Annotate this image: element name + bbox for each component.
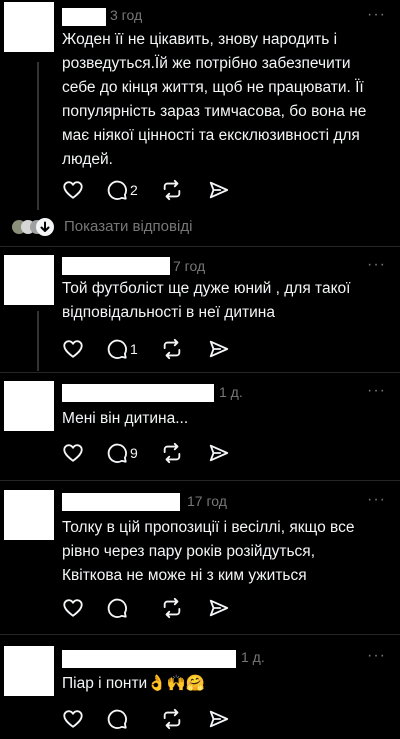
send-icon — [209, 181, 229, 199]
repost-icon — [163, 179, 181, 201]
heart-icon — [63, 599, 83, 617]
timestamp: 1 д. — [241, 649, 265, 665]
comment-text: Піар і понти👌🙌🤗 — [62, 675, 206, 692]
send-icon — [209, 340, 229, 358]
send-icon — [209, 599, 229, 617]
reply-count: 1 — [130, 341, 138, 357]
share-button[interactable] — [208, 707, 230, 731]
like-button[interactable] — [62, 337, 84, 361]
heart-icon — [63, 181, 83, 199]
more-options-icon[interactable]: ··· — [367, 382, 386, 400]
share-button[interactable] — [208, 178, 230, 202]
repost-button[interactable] — [161, 596, 183, 620]
share-button[interactable] — [208, 337, 230, 361]
reply-count: 9 — [130, 445, 138, 461]
avatar[interactable] — [4, 255, 54, 305]
username-redacted[interactable] — [62, 257, 170, 275]
comment-bubble-icon — [107, 598, 127, 618]
more-options-icon[interactable]: ··· — [367, 256, 386, 274]
username-redacted[interactable] — [62, 384, 214, 402]
comment-bubble-icon — [107, 709, 127, 729]
avatar[interactable] — [4, 381, 54, 431]
heart-icon — [63, 340, 83, 358]
reply-button[interactable] — [106, 707, 128, 731]
divider — [0, 634, 400, 635]
avatar[interactable] — [4, 2, 54, 52]
reply-count: 2 — [130, 182, 138, 198]
show-replies[interactable]: Показати відповіді — [12, 215, 312, 239]
comment-text: Той футболіст ще дуже юний , для такої в… — [62, 280, 351, 321]
divider — [0, 480, 400, 481]
timestamp: 17 год — [187, 493, 227, 509]
username-redacted[interactable] — [62, 650, 236, 668]
like-button[interactable] — [62, 707, 84, 731]
more-options-icon[interactable]: ··· — [367, 491, 386, 509]
divider — [0, 372, 400, 373]
username-redacted[interactable] — [62, 493, 180, 511]
repost-icon — [163, 597, 181, 619]
repost-icon — [163, 338, 181, 360]
repost-icon — [163, 708, 181, 730]
reply-button[interactable] — [106, 596, 128, 620]
comment-text: Мені він дитина... — [62, 410, 189, 427]
comment-bubble-icon — [107, 339, 127, 359]
username-redacted[interactable] — [62, 8, 106, 26]
share-button[interactable] — [208, 441, 230, 465]
more-options-icon[interactable]: ··· — [367, 6, 386, 24]
heart-icon — [63, 444, 83, 462]
thread-line — [37, 62, 39, 210]
avatar[interactable] — [4, 490, 54, 540]
reply-button[interactable]: 2 — [106, 178, 138, 202]
comment-bubble-icon — [107, 443, 127, 463]
reply-button[interactable]: 9 — [106, 441, 138, 465]
timestamp: 3 год — [110, 7, 143, 23]
share-button[interactable] — [208, 596, 230, 620]
arrow-down-icon — [36, 218, 54, 236]
timestamp: 7 год — [173, 258, 206, 274]
comment-text: Жоден її не цікавить, знову народить і р… — [62, 31, 367, 168]
send-icon — [209, 710, 229, 728]
like-button[interactable] — [62, 178, 84, 202]
repost-icon — [163, 442, 181, 464]
repost-button[interactable] — [161, 178, 183, 202]
comment-bubble-icon — [107, 180, 127, 200]
divider — [0, 246, 400, 247]
like-button[interactable] — [62, 441, 84, 465]
timestamp: 1 д. — [219, 384, 243, 400]
like-button[interactable] — [62, 596, 84, 620]
more-options-icon[interactable]: ··· — [367, 647, 386, 665]
thread-line — [37, 311, 39, 371]
send-icon — [209, 444, 229, 462]
comment-text: Толку в цій пропозиції і весіллі, якщо в… — [62, 519, 355, 584]
reply-button[interactable]: 1 — [106, 337, 138, 361]
show-replies-label: Показати відповіді — [64, 218, 193, 235]
heart-icon — [63, 710, 83, 728]
repost-button[interactable] — [161, 441, 183, 465]
avatar[interactable] — [4, 646, 54, 696]
repost-button[interactable] — [161, 337, 183, 361]
repost-button[interactable] — [161, 707, 183, 731]
